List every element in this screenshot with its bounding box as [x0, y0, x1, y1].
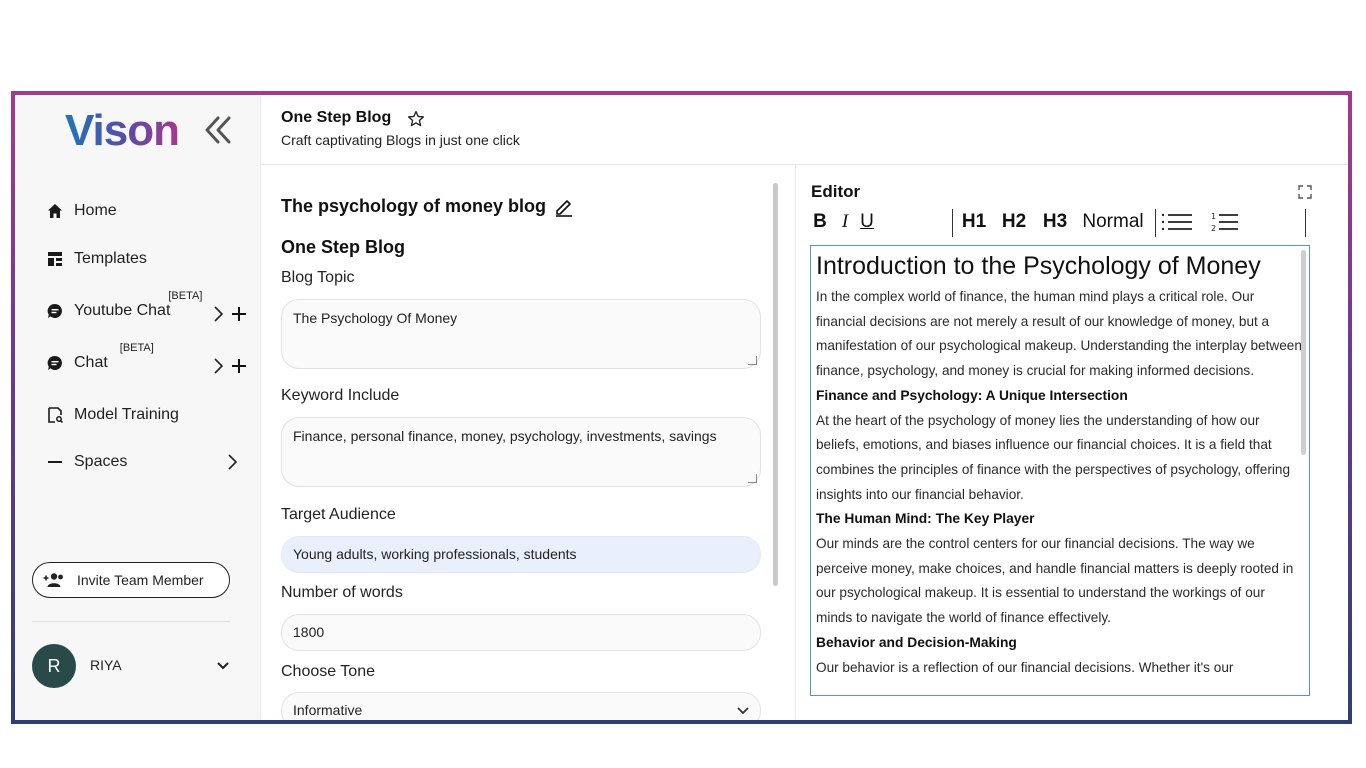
sidebar-item-spaces[interactable]: Spaces	[45, 447, 245, 477]
choose-tone-value: Informative	[293, 702, 363, 718]
bullet-list-button[interactable]	[1160, 207, 1194, 237]
target-audience-label: Target Audience	[281, 506, 396, 523]
chat-label: Chat	[74, 354, 108, 371]
sidebar-item-home[interactable]: Home	[45, 196, 245, 226]
content-paragraph: At the heart of the psychology of money …	[816, 412, 1291, 502]
toolbar-separator	[1155, 209, 1156, 237]
app-window: Vison Home Templates Youtube Chat [BETA]…	[15, 95, 1348, 720]
editor-label: Editor	[811, 182, 861, 201]
collapse-sidebar-button[interactable]	[203, 113, 233, 147]
chevron-right-icon	[214, 306, 223, 322]
chat-icon	[45, 301, 65, 321]
sidebar-divider	[32, 621, 230, 622]
chat-icon	[45, 353, 65, 373]
sidebar-item-label: Youtube Chat [BETA]	[74, 290, 202, 320]
add-chat-button[interactable]	[230, 357, 248, 375]
edit-icon[interactable]	[554, 197, 574, 217]
model-training-icon	[45, 405, 65, 425]
form-heading: One Step Blog	[281, 237, 406, 257]
home-icon	[45, 201, 65, 221]
toolbar-separator	[952, 209, 953, 237]
editor-scrollbar[interactable]	[1301, 250, 1306, 455]
numbered-list-icon: 1 2	[1211, 212, 1238, 233]
bullet-list-icon	[1161, 213, 1192, 231]
h2-button[interactable]: H2	[1000, 207, 1028, 237]
sidebar-item-model-training[interactable]: Model Training	[45, 400, 245, 430]
youtube-chat-label: Youtube Chat	[74, 302, 171, 319]
choose-tone-select[interactable]: Informative	[281, 692, 761, 720]
sidebar-item-label: Model Training	[74, 406, 179, 423]
form-scrollbar[interactable]	[773, 183, 778, 586]
plus-icon	[232, 359, 246, 373]
double-chevron-left-icon	[205, 116, 231, 144]
content-paragraph: Our behavior is a reflection of our fina…	[816, 659, 1234, 675]
content-subheading: The Human Mind: The Key Player	[816, 511, 1035, 527]
italic-button[interactable]: I	[838, 207, 852, 237]
sidebar-item-label: Home	[74, 202, 117, 219]
keyword-include-label: Keyword Include	[281, 387, 400, 404]
blog-form: The psychology of money blog One Step Bl…	[281, 180, 781, 720]
sidebar-item-label: Spaces	[74, 453, 128, 470]
sidebar-item-label: Chat [BETA]	[74, 342, 154, 372]
user-name: RIYA	[90, 657, 122, 673]
add-users-icon	[43, 573, 63, 587]
chevron-down-icon	[737, 707, 749, 715]
numbered-list-button[interactable]: 1 2	[1210, 207, 1240, 237]
fullscreen-icon[interactable]	[1298, 185, 1312, 199]
star-icon[interactable]	[407, 110, 425, 128]
expand-chat-button[interactable]	[209, 357, 227, 375]
normal-text-button[interactable]: Normal	[1080, 207, 1146, 237]
expand-spaces-button[interactable]	[223, 453, 241, 471]
blog-topic-input[interactable]: The Psychology Of Money	[281, 299, 761, 369]
expand-youtube-chat-button[interactable]	[209, 305, 227, 323]
content-title: Introduction to the Psychology of Money	[816, 252, 1261, 280]
number-of-words-label: Number of words	[281, 584, 403, 601]
editor-toolbar: B I U H1 H2 H3 Normal 1 2	[810, 207, 1308, 239]
blog-title-text: The psychology of money blog	[281, 196, 547, 216]
beta-badge: [BETA]	[168, 290, 203, 302]
h1-button[interactable]: H1	[960, 207, 988, 237]
blog-title: The psychology of money blog	[281, 196, 574, 217]
content-paragraph: Our minds are the control centers for ou…	[816, 536, 1294, 626]
page-title: One Step Blog	[281, 109, 392, 126]
invite-label: Invite Team Member	[77, 572, 204, 588]
keyword-include-input[interactable]: Finance, personal finance, money, psycho…	[281, 417, 761, 487]
sidebar: Vison Home Templates Youtube Chat [BETA]…	[15, 95, 261, 720]
bold-button[interactable]: B	[812, 207, 828, 237]
choose-tone-label: Choose Tone	[281, 663, 375, 680]
plus-icon	[232, 307, 246, 321]
toolbar-separator	[1305, 209, 1306, 237]
user-menu-button[interactable]	[215, 658, 231, 674]
target-audience-input[interactable]: Young adults, working professionals, stu…	[281, 536, 761, 573]
blog-topic-label: Blog Topic	[281, 269, 355, 286]
app-frame: Vison Home Templates Youtube Chat [BETA]…	[11, 91, 1352, 724]
content-paragraph: In the complex world of finance, the hum…	[816, 289, 1302, 379]
content-subheading: Behavior and Decision-Making	[816, 634, 1017, 650]
editor-panel: Editor B I U H1 H2 H3 Normal 1 2 Introdu…	[795, 165, 1348, 720]
page-subtitle: Craft captivating Blogs in just one clic…	[281, 132, 520, 148]
h3-button[interactable]: H3	[1041, 207, 1069, 237]
svg-text:1: 1	[1211, 212, 1216, 221]
sidebar-item-label: Templates	[74, 250, 147, 267]
beta-badge: [BETA]	[119, 342, 154, 354]
add-youtube-chat-button[interactable]	[230, 305, 248, 323]
sidebar-item-templates[interactable]: Templates	[45, 244, 245, 274]
logo-text: Vison	[65, 106, 180, 155]
chevron-right-icon	[228, 454, 237, 470]
minus-icon	[45, 452, 65, 472]
editor-content[interactable]: Introduction to the Psychology of Money …	[810, 245, 1310, 696]
page-header: One Step Blog Craft captivating Blogs in…	[261, 95, 1348, 165]
invite-team-member-button[interactable]: Invite Team Member	[32, 562, 230, 598]
content-subheading: Finance and Psychology: A Unique Interse…	[816, 387, 1128, 403]
chevron-right-icon	[214, 358, 223, 374]
templates-icon	[45, 249, 65, 269]
avatar[interactable]: R	[32, 644, 76, 688]
svg-text:2: 2	[1211, 224, 1216, 233]
logo[interactable]: Vison	[65, 106, 180, 155]
chevron-down-icon	[217, 662, 229, 670]
number-of-words-input[interactable]: 1800	[281, 614, 761, 651]
underline-button[interactable]: U	[858, 207, 876, 237]
